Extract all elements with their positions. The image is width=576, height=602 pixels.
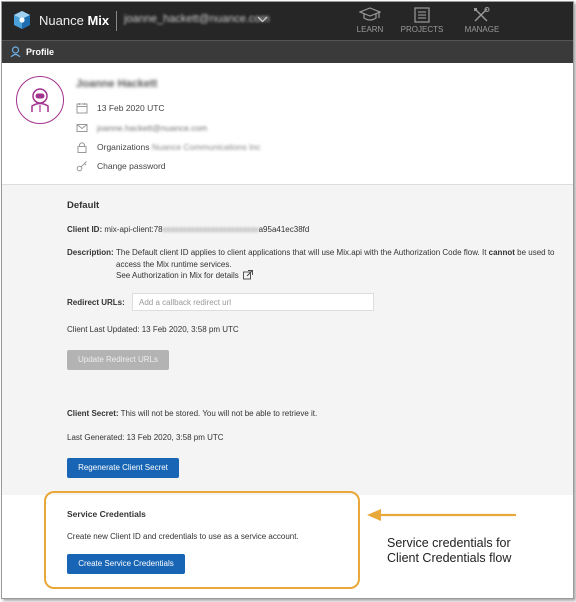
user-email: joanne.hackett@nuance.com: [97, 123, 208, 133]
authorization-link[interactable]: See Authorization in Mix for details: [116, 271, 239, 280]
redirect-url-input[interactable]: [132, 293, 374, 311]
calendar-icon: [76, 103, 88, 114]
last-generated: Last Generated: 13 Feb 2020, 3:58 pm UTC: [67, 433, 224, 442]
app-window: Nuance Mix joanne_hackett@nuance.com LEA…: [1, 1, 574, 599]
redirect-label-row: Redirect URLs:: [67, 298, 125, 307]
header-divider: [116, 11, 117, 31]
envelope-icon: [76, 124, 88, 132]
description-part-1: The Default client ID applies to client …: [116, 248, 487, 257]
client-id-masked: xxxxxxxxxxxxxxxxxxxxxxxx: [162, 225, 259, 234]
redirect-label: Redirect URLs:: [67, 298, 125, 307]
client-secret-row: Client Secret: This will not be stored. …: [67, 409, 317, 418]
client-section-title: Default: [67, 200, 100, 211]
key-icon: [76, 161, 87, 172]
created-date: 13 Feb 2020 UTC: [97, 103, 165, 113]
avatar: [16, 76, 64, 124]
description-text: The Default client ID applies to client …: [116, 247, 566, 282]
nav-projects[interactable]: PROJECTS: [394, 5, 450, 39]
organizations-label: Organizations: [97, 142, 150, 152]
nav-manage[interactable]: MANAGE: [454, 5, 510, 39]
client-id-suffix: a95a41ec38fd: [258, 225, 310, 234]
chevron-down-icon[interactable]: [257, 15, 268, 26]
tools-icon: [474, 7, 490, 22]
list-icon: [414, 7, 430, 23]
client-id-row: Client ID: mix-api-client:78xxxxxxxxxxxx…: [67, 225, 309, 234]
client-secret-label: Client Secret:: [67, 409, 119, 418]
nuance-logo-icon: [14, 11, 30, 29]
organizations-text: Organizations Nuance Communications Inc: [97, 142, 261, 152]
callout-line-1: Service credentials for: [387, 536, 511, 550]
top-bar: Nuance Mix joanne_hackett@nuance.com LEA…: [2, 2, 573, 40]
description-cannot: cannot: [488, 248, 515, 257]
lock-icon: [77, 142, 87, 153]
external-link-icon[interactable]: [243, 270, 253, 280]
brand-title[interactable]: Nuance Mix: [39, 13, 109, 28]
profile-bar: Profile: [2, 40, 573, 64]
organizations-value: Nuance Communications Inc: [151, 142, 261, 152]
client-id-prefix: mix-api-client:78: [104, 225, 163, 234]
regenerate-client-secret-button[interactable]: Regenerate Client Secret: [67, 458, 179, 478]
change-password-link[interactable]: Change password: [97, 161, 166, 171]
update-redirect-urls-button[interactable]: Update Redirect URLs: [67, 350, 169, 370]
brand-prefix: Nuance: [39, 13, 84, 28]
profile-icon: [10, 46, 21, 57]
astronaut-icon: [31, 88, 49, 112]
description-label: Description:: [67, 248, 114, 257]
nav-learn[interactable]: LEARN: [342, 5, 398, 39]
highlight-box: [44, 491, 360, 589]
callout-text: Service credentials for Client Credentia…: [387, 536, 511, 566]
nav-projects-label: PROJECTS: [400, 25, 444, 34]
callout-line-2: Client Credentials flow: [387, 551, 512, 565]
nav-learn-label: LEARN: [356, 25, 384, 34]
description-label-row: Description:: [67, 248, 114, 257]
callout-arrow-icon: [367, 509, 516, 521]
graduation-cap-icon: [359, 7, 381, 21]
profile-label[interactable]: Profile: [26, 47, 54, 57]
user-card: Joanne Hackett 13 Feb 2020 UTC joanne.ha…: [2, 63, 573, 185]
user-name: Joanne Hackett: [76, 78, 158, 90]
nav-manage-label: MANAGE: [464, 25, 500, 34]
account-name[interactable]: joanne_hackett@nuance.com: [124, 13, 270, 25]
client-id-label: Client ID:: [67, 225, 103, 234]
last-updated: Client Last Updated: 13 Feb 2020, 3:58 p…: [67, 325, 239, 334]
client-secret-text: This will not be stored. You will not be…: [120, 409, 318, 418]
brand-product: Mix: [87, 13, 110, 28]
